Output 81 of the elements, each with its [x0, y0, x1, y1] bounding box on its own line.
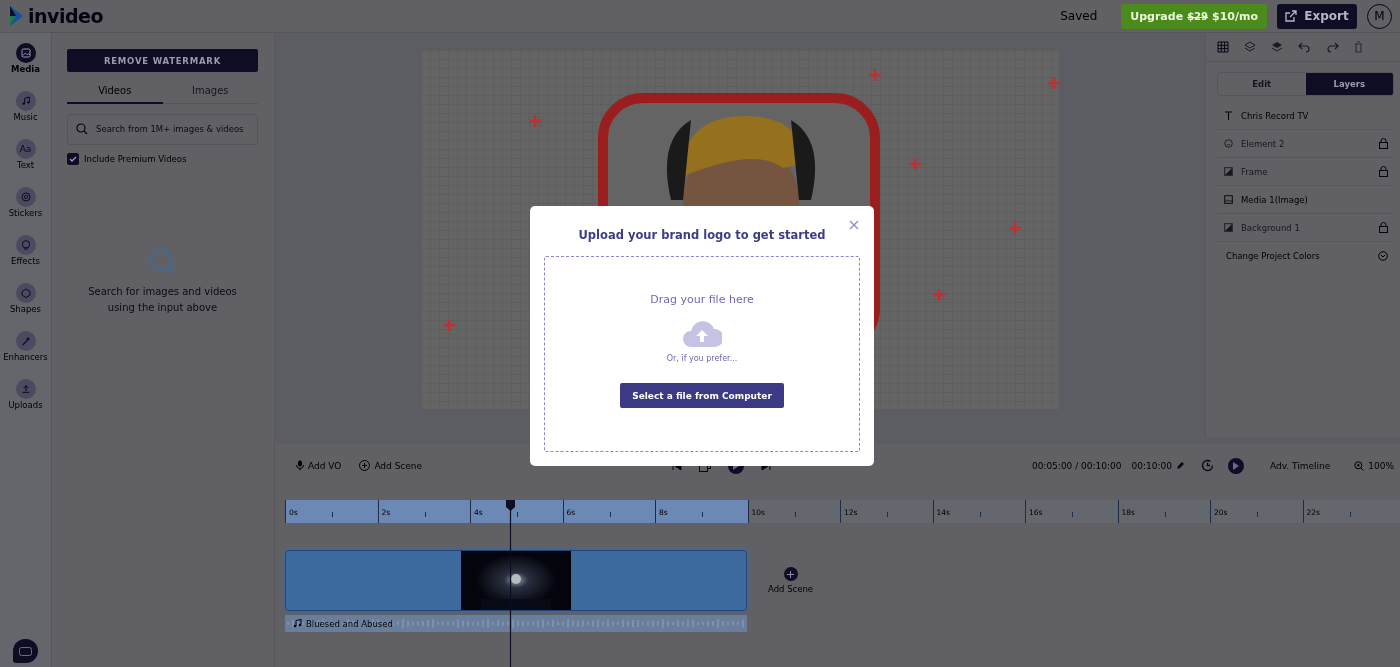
layer-item[interactable]: Background 1 [1217, 214, 1394, 242]
plus-circle-icon [359, 460, 371, 471]
playback-time: 00:05:00 / 00:10:00 [1031, 460, 1122, 471]
sidebar-item[interactable]: Shapes [0, 283, 52, 331]
playhead[interactable] [506, 500, 515, 667]
chat-button[interactable] [13, 639, 38, 663]
bulb-icon [19, 239, 32, 251]
tab[interactable]: Images [162, 78, 258, 104]
upgrade-button[interactable]: Upgrade $29 $10/mo [1121, 3, 1267, 29]
square-icon [1223, 166, 1234, 177]
sidebar-item[interactable]: Media [0, 43, 52, 91]
export-button[interactable]: Export [1277, 3, 1357, 29]
square-icon [1223, 222, 1234, 233]
grid-icon[interactable] [1217, 41, 1229, 53]
chat-icon [19, 646, 32, 656]
logo-icon [8, 5, 24, 27]
save-status: Saved [1060, 9, 1098, 23]
music-note-icon [293, 619, 302, 628]
lock-icon[interactable] [1379, 138, 1388, 149]
undo-icon[interactable] [1298, 41, 1311, 53]
microphone-icon [296, 460, 304, 471]
zoom-level: 100% [1368, 460, 1394, 471]
checkbox[interactable] [67, 152, 79, 165]
cloud-upload-icon [682, 320, 722, 348]
layer-item[interactable]: Element 2 [1217, 130, 1394, 158]
add-scene-button[interactable]: Add Scene [359, 460, 423, 471]
close-icon [849, 220, 859, 230]
add-scene-button[interactable]: Add Scene [768, 567, 814, 594]
add-vo-button[interactable]: Add VO [296, 460, 342, 471]
sidebar-item[interactable]: Music [0, 91, 52, 139]
scene-clip[interactable] [285, 550, 747, 611]
sidebar-item[interactable]: Stickers [0, 187, 52, 235]
chevron-down-icon [1378, 251, 1388, 261]
layer-item[interactable]: Media 1(Image) [1217, 186, 1394, 214]
layer-item[interactable]: Frame [1217, 158, 1394, 186]
drop-zone[interactable]: Drag your file here Or, if you prefer... Select a file from Computer [544, 256, 860, 452]
target-icon [19, 191, 32, 203]
checkbox-label: Include Premium Videos [84, 153, 187, 164]
search-field[interactable]: Search from 1M+ images & videos [67, 113, 258, 145]
drop-hint: Drag your file here [650, 293, 754, 306]
image-icon [19, 47, 32, 59]
plus-icon [787, 570, 795, 578]
tab[interactable]: Layers [1305, 73, 1393, 95]
tab[interactable]: Videos [67, 78, 163, 104]
play-icon [1232, 461, 1239, 470]
dialog-title: Upload your brand logo to get started [578, 228, 826, 242]
duration-value: 00:10:00 [1131, 460, 1172, 471]
select-file-button[interactable]: Select a file from Computer [620, 383, 784, 408]
clock-icon[interactable] [1200, 459, 1214, 472]
pencil-icon[interactable] [1175, 461, 1185, 470]
audio-title: Bluesed and Abused [306, 618, 393, 629]
redo-icon[interactable] [1326, 41, 1339, 53]
adv-timeline-button[interactable]: Adv. Timeline [1269, 460, 1331, 471]
hexagon-icon [19, 287, 32, 299]
sidebar-item[interactable]: Aa Text [0, 139, 52, 187]
preview-button[interactable] [1227, 457, 1244, 474]
layers-icon[interactable] [1271, 41, 1283, 53]
search-icon [76, 123, 88, 135]
logo-text: invideo [28, 5, 103, 27]
lock-icon[interactable] [1379, 166, 1388, 177]
search-icon [148, 247, 177, 276]
empty-message: Search for images and videos using the input above [87, 284, 238, 315]
image-icon [1223, 194, 1234, 205]
letter-icon [1223, 110, 1234, 121]
audio-track[interactable]: Bluesed and Abused [285, 615, 747, 632]
sidebar-item[interactable]: Enhancers [0, 331, 52, 379]
wand-icon [19, 335, 32, 347]
lock-icon[interactable] [1379, 222, 1388, 233]
alternative-hint: Or, if you prefer... [666, 354, 738, 363]
trash-icon[interactable] [1354, 41, 1363, 53]
layers-icon[interactable] [1244, 41, 1256, 53]
smiley-icon [1223, 138, 1234, 149]
remove-watermark-button[interactable]: REMOVE WATERMARK [67, 49, 258, 72]
export-icon [1285, 10, 1298, 22]
check-icon [69, 154, 77, 163]
sidebar-item[interactable]: Uploads [0, 379, 52, 427]
project-colors-row[interactable]: Change Project Colors [1217, 242, 1394, 270]
zoom-icon[interactable] [1354, 460, 1365, 471]
sidebar-item[interactable]: Effects [0, 235, 52, 283]
close-button[interactable] [849, 220, 859, 230]
layer-item[interactable]: Chris Record TV [1217, 102, 1394, 130]
